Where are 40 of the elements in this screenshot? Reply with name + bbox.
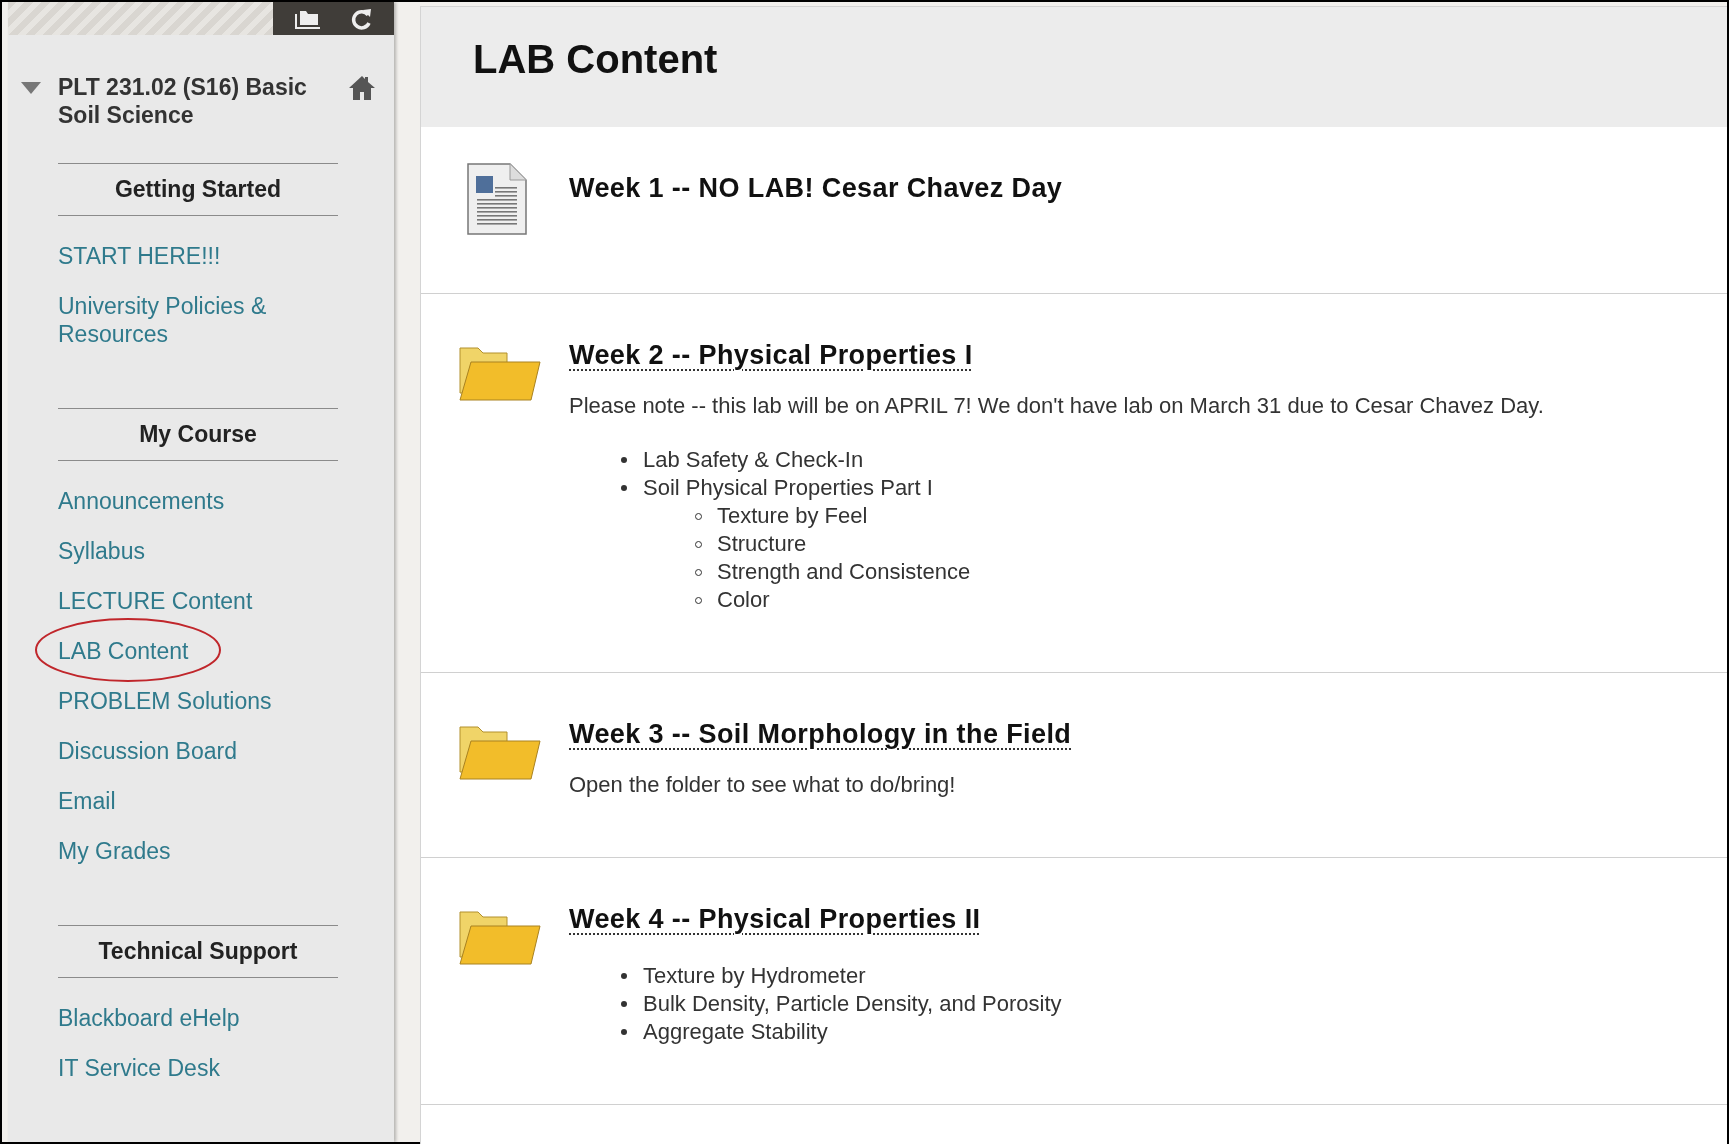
bullet-item: Soil Physical Properties Part I (643, 475, 933, 500)
bullet-icon (621, 485, 627, 491)
section-heading: Getting Started (58, 163, 338, 216)
bullet-item: Aggregate Stability (643, 1019, 828, 1044)
nav-link[interactable]: Announcements (58, 487, 225, 515)
nav-link[interactable]: Discussion Board (58, 737, 237, 765)
bullet-item: Texture by Hydrometer (643, 963, 866, 988)
bullet-item: Lab Safety & Check-In (643, 447, 864, 472)
bullet-icon (621, 973, 627, 979)
bullet-item: Texture by Feel (717, 503, 868, 528)
nav-link[interactable]: START HERE!!! (58, 242, 221, 270)
course-title[interactable]: PLT 231.02 (S16) Basic Soil Science (58, 73, 348, 129)
document-icon (467, 163, 527, 235)
section-heading: My Course (58, 408, 338, 461)
nav-link[interactable]: My Grades (58, 837, 171, 865)
nav-link[interactable]: University Policies & Resources (58, 292, 338, 348)
refresh-icon[interactable] (351, 6, 374, 31)
nav-link[interactable]: Blackboard eHelp (58, 1004, 240, 1032)
nav-link[interactable]: PROBLEM Solutions (58, 687, 272, 715)
nav-link[interactable]: Syllabus (58, 537, 145, 565)
nav-link[interactable]: Email (58, 787, 116, 815)
item-description: Please note -- this lab will be on APRIL 7! We don't have lab on March 31 due to Cesar Chavez Day. (569, 392, 1545, 420)
item-title[interactable]: Week 4 -- Physical Properties II (569, 902, 981, 936)
bullet-item: Structure (717, 531, 807, 556)
item-description: Open the folder to see what to do/bring! (569, 771, 957, 799)
bullet-item: Color (717, 587, 770, 612)
item-title[interactable]: Week 3 -- Soil Morphology in the Field (569, 717, 1072, 751)
bullet-item: Strength and Consistence (717, 559, 971, 584)
bullet-icon (621, 457, 627, 463)
item-title: Week 1 -- NO LAB! Cesar Chavez Day (569, 172, 1063, 205)
nav-link[interactable]: IT Service Desk (58, 1054, 220, 1082)
item-title[interactable]: Week 2 -- Physical Properties I (569, 338, 973, 372)
page-title: LAB Content (421, 7, 1727, 127)
home-icon[interactable] (348, 75, 376, 101)
caret-icon[interactable] (20, 81, 42, 95)
section-heading: Technical Support (58, 925, 338, 978)
bullet-item: Bulk Density, Particle Density, and Porosity (643, 991, 1062, 1016)
bullet-icon (621, 1001, 627, 1007)
bullet-icon (621, 1029, 627, 1035)
nav-link[interactable]: LECTURE Content (58, 587, 253, 615)
